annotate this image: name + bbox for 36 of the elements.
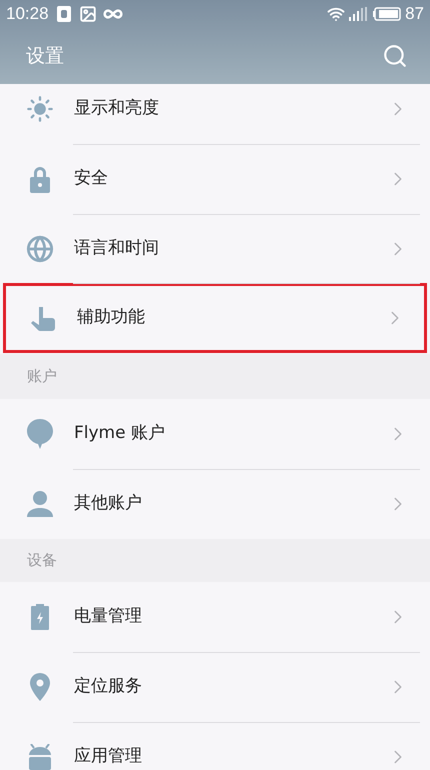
row-label: 显示和亮度 [74,97,160,120]
pointing-hand-icon [30,305,56,331]
row-label: 其他账户 [74,492,143,516]
battery-percent: 87 [405,3,424,26]
row-label: 定位服务 [74,675,143,698]
notification-icon [56,6,71,22]
settings-row[interactable]: 语言和时间 [0,214,430,284]
settings-row[interactable]: 定位服务 [0,652,430,722]
image-icon [78,5,97,23]
row-label: 安全 [74,167,109,190]
settings-row[interactable]: 电量管理 [0,582,430,652]
section-header: 账户 [0,354,430,399]
row-label: Flyme 账户 [74,422,166,446]
location-pin-icon [30,673,50,701]
status-time: 10:28 [6,3,49,26]
row-label: 应用管理 [74,745,143,768]
signal-icon [349,7,368,21]
globe-icon [26,235,54,263]
app-bar-title: 设置 [26,44,64,69]
settings-row[interactable]: Flyme 账户 [0,399,430,469]
settings-row[interactable]: 安全 [0,144,430,214]
settings-row[interactable]: 显示和亮度 [0,84,430,144]
user-icon [27,491,53,517]
balloon-icon [27,419,53,449]
lock-icon [28,165,52,193]
android-icon [28,744,52,770]
row-label: 电量管理 [74,605,143,628]
settings-row[interactable]: 应用管理 [0,722,430,770]
sun-icon [26,95,54,123]
battery-icon [31,604,49,630]
wifi-icon [327,5,346,23]
row-label: 语言和时间 [74,237,160,260]
settings-row[interactable]: 其他账户 [0,469,430,539]
section-header: 设备 [0,539,430,582]
battery-status-icon [373,7,402,21]
row-label: 辅助功能 [77,306,146,330]
